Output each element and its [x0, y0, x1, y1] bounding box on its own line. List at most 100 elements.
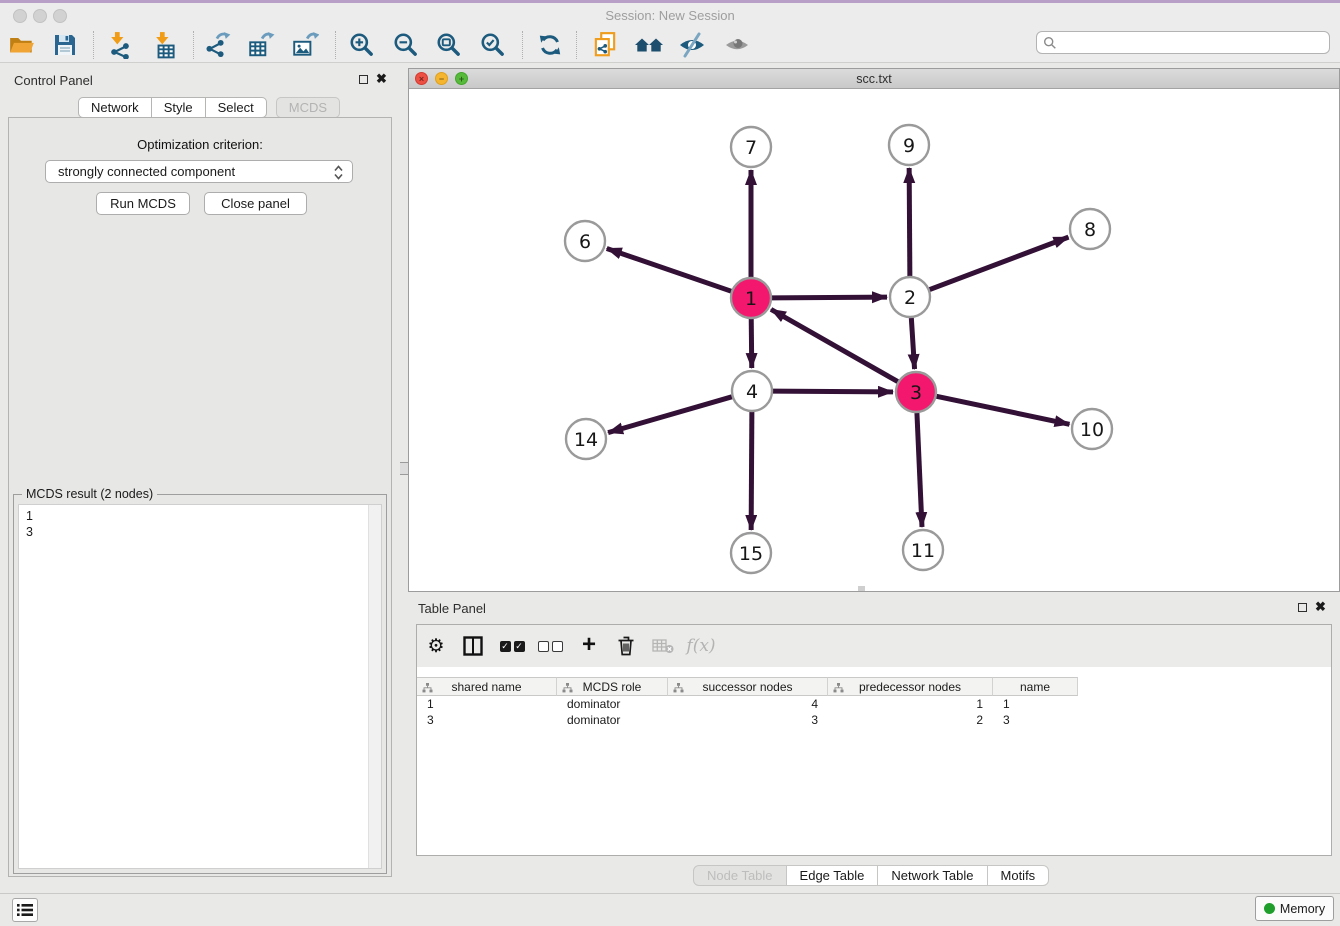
task-history-button[interactable] — [12, 898, 38, 922]
table-cell[interactable]: dominator — [557, 696, 668, 712]
graph-edge-2-9[interactable] — [909, 168, 910, 276]
export-network-icon[interactable] — [201, 29, 235, 61]
open-file-icon[interactable] — [5, 29, 39, 61]
graph-edge-4-15[interactable] — [751, 412, 752, 530]
column-header-shared-name[interactable]: shared name — [417, 677, 557, 696]
table-header-row: shared nameMCDS rolesuccessor nodesprede… — [417, 677, 1078, 696]
tab-motifs[interactable]: Motifs — [987, 865, 1050, 886]
table-rows: 1dominator4113dominator323 — [417, 696, 1078, 728]
table-cell[interactable]: 2 — [828, 712, 993, 728]
memory-status-dot — [1264, 903, 1275, 914]
criterion-dropdown[interactable]: strongly connected component — [45, 160, 353, 183]
close-panel-button[interactable]: Close panel — [204, 192, 307, 215]
deselect-all-icon[interactable] — [533, 625, 567, 667]
add-column-icon[interactable]: + — [572, 625, 606, 667]
control-panel-title: Control Panel — [14, 73, 93, 88]
run-mcds-button[interactable]: Run MCDS — [96, 192, 190, 215]
home-icon[interactable] — [632, 29, 666, 61]
network-window-titlebar[interactable]: × − + scc.txt — [409, 69, 1339, 89]
save-session-icon[interactable] — [48, 29, 82, 61]
close-panel-icon[interactable]: ✖ — [376, 74, 387, 84]
import-network-icon[interactable] — [103, 29, 137, 61]
zoom-out-icon[interactable] — [389, 29, 423, 61]
toolbar-separator — [93, 31, 94, 59]
export-table-icon[interactable] — [244, 29, 278, 61]
table-tabs: Node TableEdge TableNetwork TableMotifs — [693, 865, 1049, 886]
graph-edge-4-3[interactable] — [773, 391, 893, 392]
graph-edge-3-10[interactable] — [937, 396, 1070, 424]
panel-splitter-grip[interactable] — [400, 462, 408, 475]
mcds-result-item[interactable]: 3 — [26, 524, 33, 540]
tab-node-table[interactable]: Node Table — [693, 865, 787, 886]
control-tab-mcds[interactable]: MCDS — [276, 97, 340, 118]
search-input[interactable] — [1057, 32, 1329, 53]
memory-button[interactable]: Memory — [1255, 896, 1334, 921]
graph-edge-3-11[interactable] — [917, 413, 922, 527]
list-icon — [17, 903, 33, 917]
import-table-icon[interactable] — [148, 29, 182, 61]
graph-edge-1-4[interactable] — [751, 319, 752, 368]
graph-edge-1-2[interactable] — [772, 297, 887, 298]
memory-label: Memory — [1280, 902, 1325, 916]
column-header-predecessor-nodes[interactable]: predecessor nodes — [828, 677, 993, 696]
export-image-icon[interactable] — [288, 29, 322, 61]
control-tab-style[interactable]: Style — [151, 97, 206, 118]
select-all-icon[interactable]: ✓✓ — [495, 625, 529, 667]
graph-edge-3-1[interactable] — [771, 309, 898, 381]
graph-edge-1-6[interactable] — [607, 248, 731, 291]
zoom-selected-icon[interactable] — [476, 29, 510, 61]
table-settings-icon[interactable]: ⚙ — [419, 625, 453, 667]
table-row[interactable]: 1dominator411 — [417, 696, 1078, 712]
graph-node-label-9: 9 — [903, 135, 915, 157]
control-tab-select[interactable]: Select — [205, 97, 267, 118]
zoom-in-icon[interactable] — [345, 29, 379, 61]
show-graphics-details-icon[interactable] — [720, 29, 754, 61]
mcds-result-list[interactable]: 13 — [18, 504, 382, 869]
column-header-name[interactable]: name — [993, 677, 1078, 696]
toolbar-separator — [522, 31, 523, 59]
table-panel: Table Panel ✖ ⚙ ✓✓ + f(x) shared nameMCD… — [408, 596, 1340, 890]
result-scrollbar[interactable] — [368, 505, 381, 868]
duplicate-network-icon[interactable] — [588, 29, 622, 61]
network-graph: 7968124314101511 — [409, 89, 1339, 591]
network-scroll-grip[interactable] — [858, 586, 865, 591]
delete-table-icon — [646, 625, 680, 667]
float-table-panel-icon[interactable] — [1298, 603, 1307, 612]
refresh-view-icon[interactable] — [533, 29, 567, 61]
table-panel-content: ⚙ ✓✓ + f(x) shared nameMCDS rolesuccesso… — [416, 624, 1332, 856]
table-row[interactable]: 3dominator323 — [417, 712, 1078, 728]
zoom-fit-icon[interactable] — [432, 29, 466, 61]
column-header-MCDS-role[interactable]: MCDS role — [557, 677, 668, 696]
search-field[interactable] — [1036, 31, 1330, 54]
hide-graphics-details-icon[interactable] — [675, 29, 709, 61]
table-cell[interactable]: 4 — [668, 696, 828, 712]
float-panel-icon[interactable] — [359, 75, 368, 84]
delete-column-icon[interactable] — [609, 625, 643, 667]
control-panel: Control Panel ✖ NetworkStyleSelectMCDS O… — [0, 68, 400, 882]
graph-node-label-15: 15 — [739, 543, 763, 565]
tab-network-table[interactable]: Network Table — [877, 865, 987, 886]
status-bar: Memory — [0, 893, 1340, 926]
close-table-panel-icon[interactable]: ✖ — [1315, 602, 1326, 612]
search-icon — [1043, 36, 1057, 50]
graph-edge-2-8[interactable] — [930, 237, 1069, 289]
column-header-successor-nodes[interactable]: successor nodes — [668, 677, 828, 696]
table-cell[interactable]: 3 — [668, 712, 828, 728]
table-cell[interactable]: 1 — [993, 696, 1078, 712]
graph-node-label-10: 10 — [1080, 419, 1104, 441]
network-view-window: × − + scc.txt 7968124314101511 — [408, 68, 1340, 592]
graph-edge-4-14[interactable] — [608, 397, 732, 433]
graph-node-label-8: 8 — [1084, 219, 1096, 241]
table-cell[interactable]: 3 — [993, 712, 1078, 728]
graph-edge-2-3[interactable] — [911, 318, 914, 369]
network-canvas[interactable]: 7968124314101511 — [409, 89, 1339, 591]
panel-mode-icon[interactable] — [456, 625, 490, 667]
table-cell[interactable]: 3 — [417, 712, 557, 728]
table-cell[interactable]: dominator — [557, 712, 668, 728]
control-tab-network[interactable]: Network — [78, 97, 152, 118]
tab-edge-table[interactable]: Edge Table — [786, 865, 879, 886]
mcds-result-item[interactable]: 1 — [26, 508, 33, 524]
chevron-updown-icon — [334, 165, 343, 180]
table-cell[interactable]: 1 — [828, 696, 993, 712]
table-cell[interactable]: 1 — [417, 696, 557, 712]
